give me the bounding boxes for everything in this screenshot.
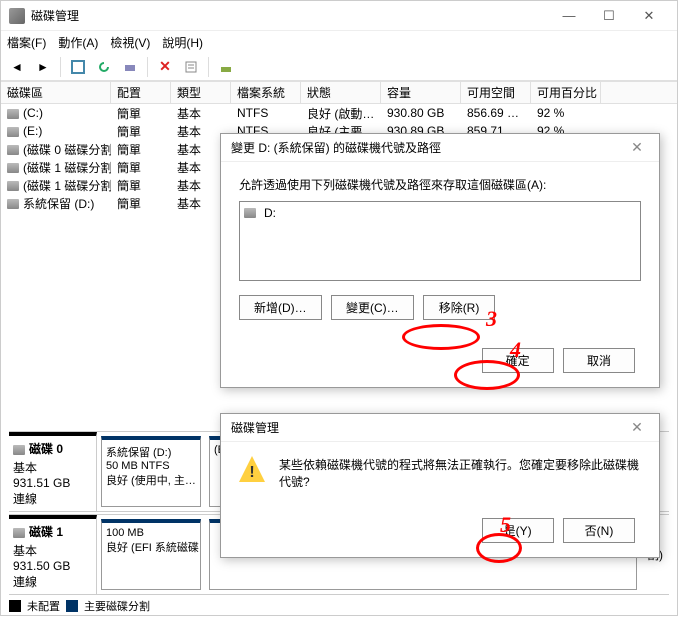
disk-1-info: 磁碟 1 基本 931.50 GB 連線 [9, 515, 97, 594]
drive-icon [244, 208, 256, 218]
col-capacity[interactable]: 容量 [381, 82, 461, 103]
dialog1-titlebar: 變更 D: (系統保留) 的磁碟機代號及路徑 ✕ [221, 134, 659, 162]
disk-0-status: 連線 [13, 490, 92, 507]
drive-letter-listbox[interactable]: D: [239, 201, 641, 281]
volume-icon [7, 109, 19, 119]
disk-1-status: 連線 [13, 573, 92, 590]
disk-0-name: 磁碟 0 [29, 442, 63, 456]
toolbar: ◄ ► ✕ [1, 53, 677, 81]
disk-1-name: 磁碟 1 [29, 525, 63, 539]
change-button[interactable]: 變更(C)… [331, 295, 414, 320]
toolbar-btn-6[interactable] [214, 56, 238, 78]
disk-icon [13, 528, 25, 538]
volume-icon [7, 199, 19, 209]
volume-icon [7, 127, 19, 137]
legend-primary-swatch [66, 600, 78, 612]
col-layout[interactable]: 配置 [111, 82, 171, 103]
disk-1-size: 931.50 GB [13, 559, 92, 573]
menu-action[interactable]: 動作(A) [58, 34, 98, 51]
cancel-button[interactable]: 取消 [563, 348, 635, 373]
dialog1-hint: 允許透過使用下列磁碟機代號及路徑來存取這個磁碟區(A): [239, 176, 641, 193]
toolbar-btn-1[interactable] [66, 56, 90, 78]
disk-0-size: 931.51 GB [13, 476, 92, 490]
disk-0-info: 磁碟 0 基本 931.51 GB 連線 [9, 432, 97, 511]
dialog1-title: 變更 D: (系統保留) 的磁碟機代號及路徑 [231, 139, 625, 156]
volume-icon [7, 163, 19, 173]
warning-icon: ! [239, 456, 265, 482]
list-item[interactable]: D: [244, 206, 636, 220]
dialog2-close-button[interactable]: ✕ [625, 419, 649, 436]
col-freepct[interactable]: 可用百分比 [531, 82, 601, 103]
legend-unalloc-label: 未配置 [27, 598, 60, 614]
table-row[interactable]: (C:)簡單基本NTFS良好 (啟動…930.80 GB856.69 …92 % [1, 104, 677, 122]
yes-button[interactable]: 是(Y) [482, 518, 554, 543]
confirm-dialog: 磁碟管理 ✕ ! 某些依賴磁碟機代號的程式將無法正確執行。您確定要移除此磁碟機代… [220, 413, 660, 558]
refresh-button[interactable] [92, 56, 116, 78]
nav-back-button[interactable]: ◄ [5, 56, 29, 78]
titlebar: 磁碟管理 — ☐ ✕ [1, 1, 677, 31]
menubar: 檔案(F) 動作(A) 檢視(V) 說明(H) [1, 31, 677, 53]
window-title: 磁碟管理 [31, 7, 549, 24]
volume-icon [7, 145, 19, 155]
change-drive-letter-dialog: 變更 D: (系統保留) 的磁碟機代號及路徑 ✕ 允許透過使用下列磁碟機代號及路… [220, 133, 660, 388]
legend-unalloc-swatch [9, 600, 21, 612]
dialog2-title: 磁碟管理 [231, 419, 625, 436]
disk-1-type: 基本 [13, 542, 92, 559]
add-button[interactable]: 新增(D)… [239, 295, 322, 320]
disk-icon [13, 445, 25, 455]
menu-view[interactable]: 檢視(V) [110, 34, 150, 51]
minimize-button[interactable]: — [549, 2, 589, 30]
disk-0-type: 基本 [13, 459, 92, 476]
volume-icon [7, 181, 19, 191]
legend: 未配置 主要磁碟分割 [9, 598, 150, 614]
menu-help[interactable]: 說明(H) [162, 34, 203, 51]
app-icon [9, 8, 25, 24]
dialog2-titlebar: 磁碟管理 ✕ [221, 414, 659, 442]
toolbar-btn-3[interactable] [118, 56, 142, 78]
nav-fwd-button[interactable]: ► [31, 56, 55, 78]
table-header: 磁碟區 配置 類型 檔案系統 狀態 容量 可用空間 可用百分比 [1, 82, 677, 104]
close-button[interactable]: ✕ [629, 2, 669, 30]
dialog1-close-button[interactable]: ✕ [625, 139, 649, 156]
maximize-button[interactable]: ☐ [589, 2, 629, 30]
list-item-label: D: [264, 206, 276, 220]
col-status[interactable]: 狀態 [301, 82, 381, 103]
ok-button[interactable]: 確定 [482, 348, 554, 373]
disk-1-part-1[interactable]: 100 MB 良好 (EFI 系統磁碟… [101, 519, 201, 590]
col-fs[interactable]: 檔案系統 [231, 82, 301, 103]
menu-file[interactable]: 檔案(F) [7, 34, 46, 51]
remove-button[interactable]: 移除(R) [423, 295, 495, 320]
legend-primary-label: 主要磁碟分割 [84, 598, 150, 614]
col-free[interactable]: 可用空間 [461, 82, 531, 103]
dialog2-message: 某些依賴磁碟機代號的程式將無法正確執行。您確定要移除此磁碟機代號? [279, 456, 641, 490]
col-volume[interactable]: 磁碟區 [1, 82, 111, 103]
col-type[interactable]: 類型 [171, 82, 231, 103]
disk-0-part-1[interactable]: 系統保留 (D:) 50 MB NTFS 良好 (使用中, 主… [101, 436, 201, 507]
delete-button[interactable]: ✕ [153, 56, 177, 78]
no-button[interactable]: 否(N) [563, 518, 635, 543]
properties-button[interactable] [179, 56, 203, 78]
